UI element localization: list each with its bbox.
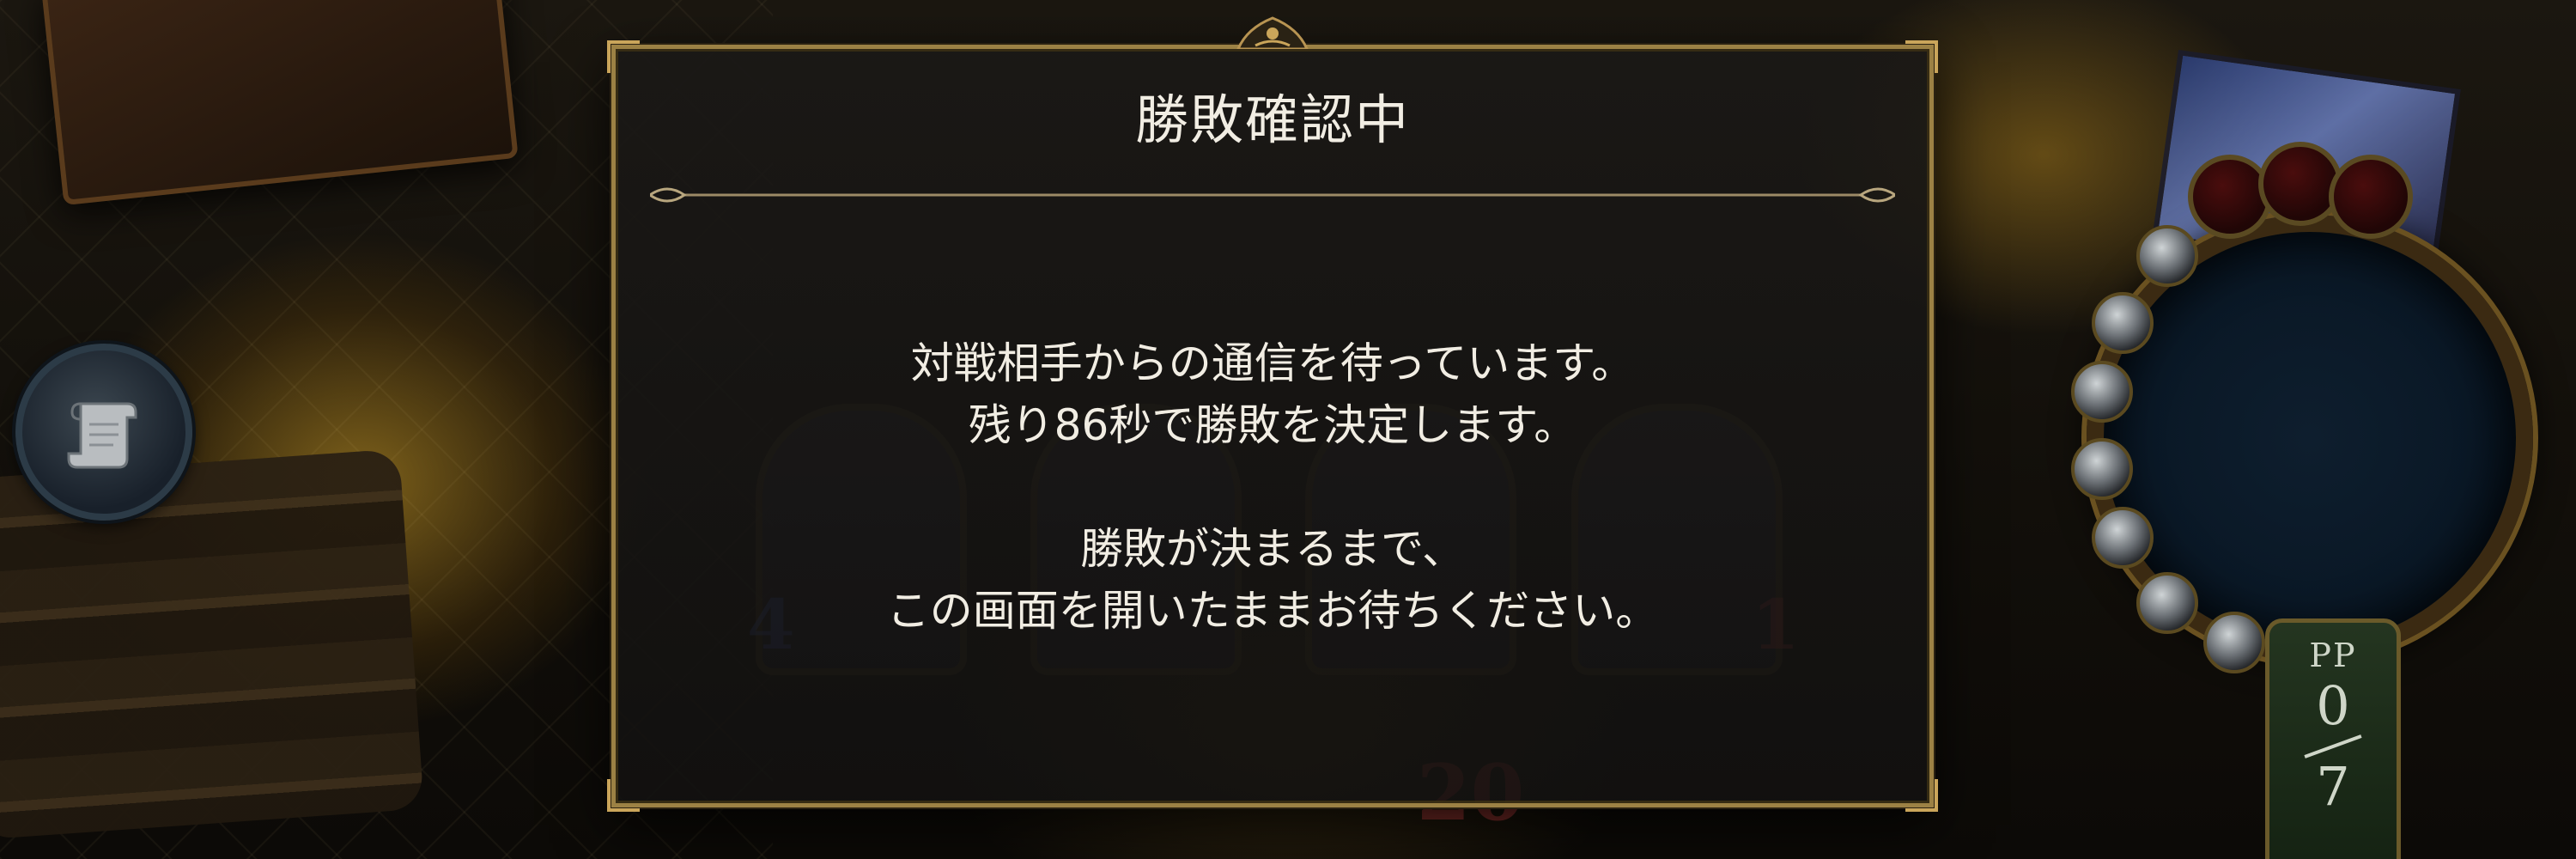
dialog-corner-ornament <box>607 779 640 812</box>
play-point-counter: PP 0 7 <box>2265 618 2401 859</box>
message-line: 残り86秒で勝敗を決定します。 <box>968 400 1577 450</box>
message-line: この画面を開いたままお待ちください。 <box>886 586 1659 636</box>
play-point-gem-icon <box>2071 361 2133 423</box>
battle-log-button[interactable] <box>15 344 192 521</box>
play-point-gem-icon <box>2092 507 2154 569</box>
dialog-corner-ornament <box>1905 40 1938 73</box>
play-point-gem-icon <box>2136 225 2198 287</box>
dialog-message: 対戦相手からの通信を待っています。 残り86秒で勝敗を決定します。 勝敗が決まる… <box>616 332 1929 642</box>
message-line: 勝敗が決まるまで、 <box>1080 524 1465 574</box>
scroll-icon <box>67 402 137 469</box>
title-divider <box>650 187 1895 203</box>
play-point-gem-icon <box>2136 572 2198 634</box>
dialog-corner-ornament <box>1905 779 1938 812</box>
play-point-slot-icon <box>2329 155 2413 239</box>
play-point-slot-icon <box>2188 155 2272 239</box>
pp-current: 0 <box>2316 674 2350 737</box>
pp-max: 7 <box>2316 755 2350 818</box>
dialog-corner-ornament <box>607 40 640 73</box>
play-point-gem-icon <box>2071 438 2133 500</box>
play-point-gem-icon <box>2203 612 2265 673</box>
pp-label: PP <box>2309 637 2357 674</box>
message-line: 対戦相手からの通信を待っています。 <box>910 338 1635 388</box>
dialog-title: 勝敗確認中 <box>1134 88 1410 151</box>
play-point-gem-icon <box>2092 292 2154 354</box>
waiting-result-dialog: 勝敗確認中 対戦相手からの通信を待っています。 残り86秒で勝敗を決定します。 … <box>607 16 1938 812</box>
crest-ornament-icon <box>1236 16 1309 49</box>
